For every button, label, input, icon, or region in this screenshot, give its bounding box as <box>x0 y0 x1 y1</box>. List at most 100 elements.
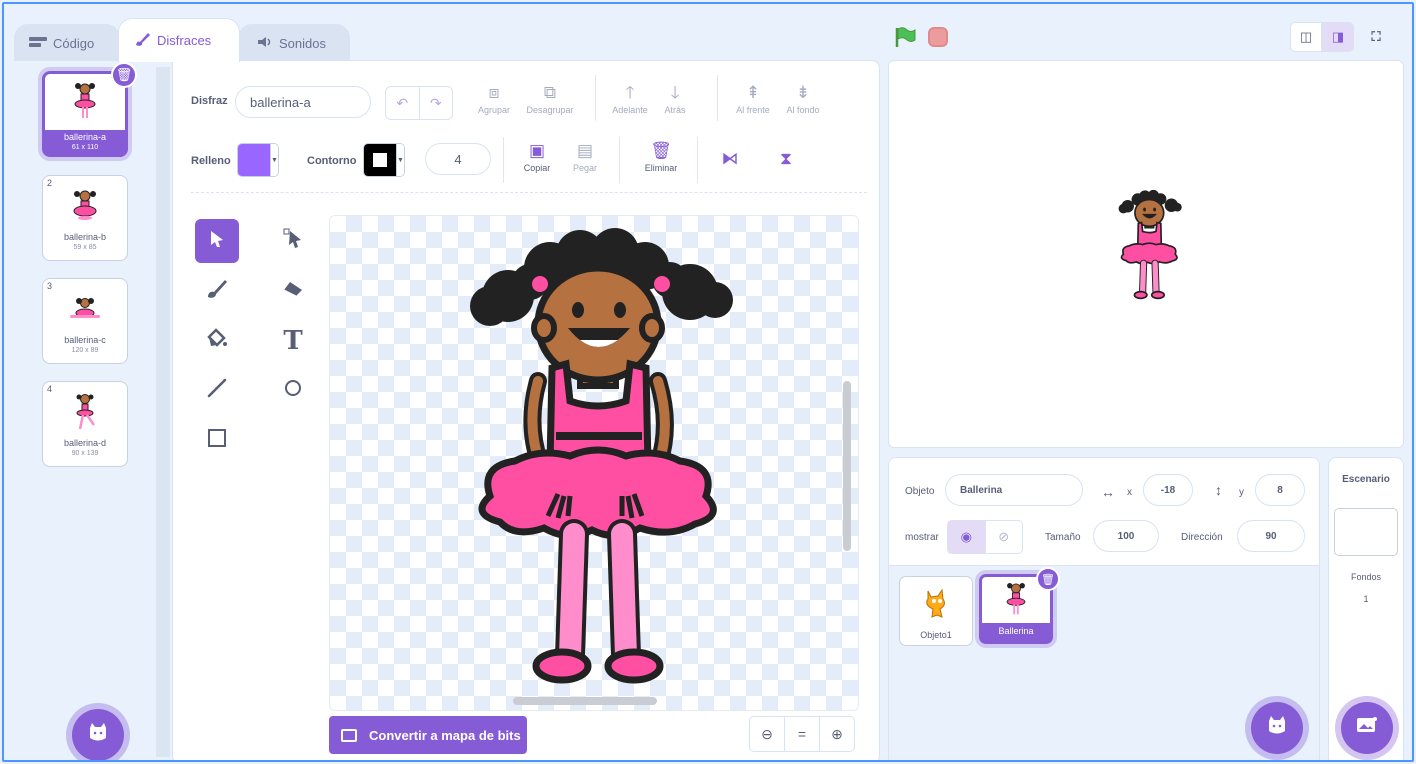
tab-code[interactable]: Código <box>14 24 120 62</box>
y-input[interactable]: 8 <box>1255 474 1305 506</box>
costume-item[interactable]: 3 ballerina-c 120 x 89 <box>42 278 128 364</box>
choose-sprite-button[interactable] <box>1251 702 1303 754</box>
costume-size: 120 x 89 <box>71 347 99 354</box>
delete-costume-button[interactable]: 🗑 <box>111 62 137 88</box>
backdrop-thumbnail[interactable] <box>1334 508 1398 556</box>
brush-tool[interactable] <box>195 269 239 313</box>
costume-list-scrollbar[interactable] <box>156 67 170 757</box>
scratch-editor: Código Disfraces Sonidos 1 ballerina-a 6… <box>2 2 1414 762</box>
costume-item[interactable]: 2 ballerina-b 59 x 85 <box>42 175 128 261</box>
text-tool[interactable]: T <box>271 319 315 363</box>
redo-button[interactable]: ↷ <box>420 87 453 119</box>
sprite-tile[interactable]: Objeto1 <box>899 576 973 646</box>
copy-button[interactable]: ▣ Copiar <box>517 139 557 173</box>
paint-canvas[interactable] <box>329 215 859 711</box>
group-icon: ⧈ <box>488 83 500 102</box>
backward-button[interactable]: 🡓 Atrás <box>657 81 693 115</box>
chevron-down-icon: ▼ <box>270 144 278 176</box>
tab-sounds[interactable]: Sonidos <box>238 24 350 62</box>
outline-width-input[interactable]: 4 <box>425 143 491 175</box>
image-plus-icon <box>1356 716 1378 740</box>
rectangle-tool[interactable] <box>195 419 239 463</box>
circle-icon <box>283 378 303 404</box>
zoom-reset-button[interactable]: = <box>785 717 820 751</box>
fill-label: Relleno <box>191 155 231 167</box>
scratch-cat-icon <box>926 588 945 618</box>
choose-costume-button[interactable] <box>72 709 124 760</box>
reshape-tool[interactable] <box>271 219 315 263</box>
delete-sprite-button[interactable]: 🗑 <box>1036 567 1060 591</box>
bring-front-icon: ⇞ <box>745 83 761 102</box>
stage-canvas[interactable] <box>888 60 1404 448</box>
sprite-name-input[interactable]: Ballerina <box>945 474 1083 506</box>
size-input[interactable]: 100 <box>1093 520 1159 552</box>
canvas-vertical-scrollbar[interactable] <box>843 381 851 551</box>
large-stage-button[interactable]: ◨ <box>1322 22 1354 52</box>
undo-button[interactable]: ↶ <box>386 87 420 119</box>
copy-icon: ▣ <box>528 141 546 160</box>
outline-label: Contorno <box>307 155 357 167</box>
flip-horizontal-icon: ⧑ <box>721 149 739 168</box>
green-flag-button[interactable] <box>894 26 916 53</box>
tab-costumes[interactable]: Disfraces <box>118 18 240 62</box>
sprite-name: Objeto1 <box>920 630 952 640</box>
ungroup-label: Desagrupar <box>526 105 574 115</box>
costume-size: 61 x 110 <box>71 144 99 151</box>
small-stage-button[interactable]: ◫ <box>1290 22 1322 52</box>
stage-title: Escenario <box>1342 474 1390 485</box>
direction-input[interactable]: 90 <box>1237 520 1305 552</box>
forward-button[interactable]: 🡑 Adelante <box>605 81 655 115</box>
costume-list: 1 ballerina-a 61 x 110 🗑 2 ballerina-b 5… <box>14 60 172 760</box>
fill-tool[interactable] <box>195 319 239 363</box>
line-tool[interactable] <box>195 369 239 413</box>
zoom-in-button[interactable]: ⊕ <box>820 717 854 751</box>
sprite-tile[interactable]: Ballerina 🗑 <box>979 567 1060 644</box>
front-button[interactable]: ⇞ Al frente <box>729 81 777 115</box>
back-button[interactable]: ⇟ Al fondo <box>779 81 827 115</box>
ungroup-button[interactable]: ⧉ Desagrupar <box>519 81 581 115</box>
show-sprite-button[interactable]: ◉ <box>948 521 986 553</box>
x-input[interactable]: -18 <box>1143 474 1193 506</box>
ballerina-drawing <box>470 228 733 684</box>
costume-number: 2 <box>47 178 53 188</box>
outline-color-picker[interactable]: ▼ <box>363 143 405 177</box>
delete-button[interactable]: 🗑 Eliminar <box>637 139 685 173</box>
circle-tool[interactable] <box>271 369 315 413</box>
zoom-out-button[interactable]: ⊖ <box>750 717 785 751</box>
fill-color-picker[interactable]: ▼ <box>237 143 279 177</box>
costume-item[interactable]: 1 ballerina-a 61 x 110 🗑 <box>42 62 137 157</box>
select-tool[interactable] <box>195 219 239 263</box>
choose-backdrop-button[interactable] <box>1341 702 1393 754</box>
trash-icon: 🗑 <box>115 67 133 82</box>
costume-name: ballerina-b <box>63 232 107 242</box>
canvas-horizontal-scrollbar[interactable] <box>513 697 657 705</box>
show-label: mostrar <box>905 532 939 543</box>
speaker-icon <box>257 36 273 51</box>
sprite-thumbnail <box>906 581 964 625</box>
paste-icon: ▤ <box>576 141 594 160</box>
group-button[interactable]: ⧈ Agrupar <box>471 81 517 115</box>
cat-plus-icon <box>1266 715 1288 741</box>
hide-sprite-button[interactable]: ⊘ <box>986 521 1023 553</box>
flip-horizontal-button[interactable]: ⧑ <box>715 147 745 171</box>
convert-label: Convertir a mapa de bits <box>369 727 521 743</box>
eraser-tool[interactable] <box>271 269 315 313</box>
reshape-icon <box>283 227 303 255</box>
trash-icon: 🗑 <box>1041 573 1055 586</box>
costume-number: 3 <box>47 281 53 291</box>
costume-number: 4 <box>47 384 53 394</box>
convert-to-bitmap-button[interactable]: Convertir a mapa de bits <box>329 716 527 754</box>
fullscreen-button[interactable]: ⛶ <box>1360 22 1392 52</box>
flip-vertical-button[interactable]: ⧗ <box>771 147 801 171</box>
tab-code-label: Código <box>53 36 95 51</box>
x-label: x <box>1127 487 1132 498</box>
stop-button[interactable] <box>928 27 948 47</box>
sprite-pane: Objeto Ballerina ↔ x -18 ↕ y 8 mostrar ◉… <box>888 457 1320 760</box>
paste-button[interactable]: ▤ Pegar <box>565 139 605 173</box>
front-label: Al frente <box>736 105 770 115</box>
undo-redo-group: ↶ ↷ <box>385 86 453 120</box>
costume-item[interactable]: 4 ballerina-d 90 x 139 <box>42 381 128 467</box>
brush-icon <box>206 277 228 305</box>
costume-name-input[interactable]: ballerina-a <box>235 86 371 118</box>
trash-icon: 🗑 <box>650 141 672 160</box>
